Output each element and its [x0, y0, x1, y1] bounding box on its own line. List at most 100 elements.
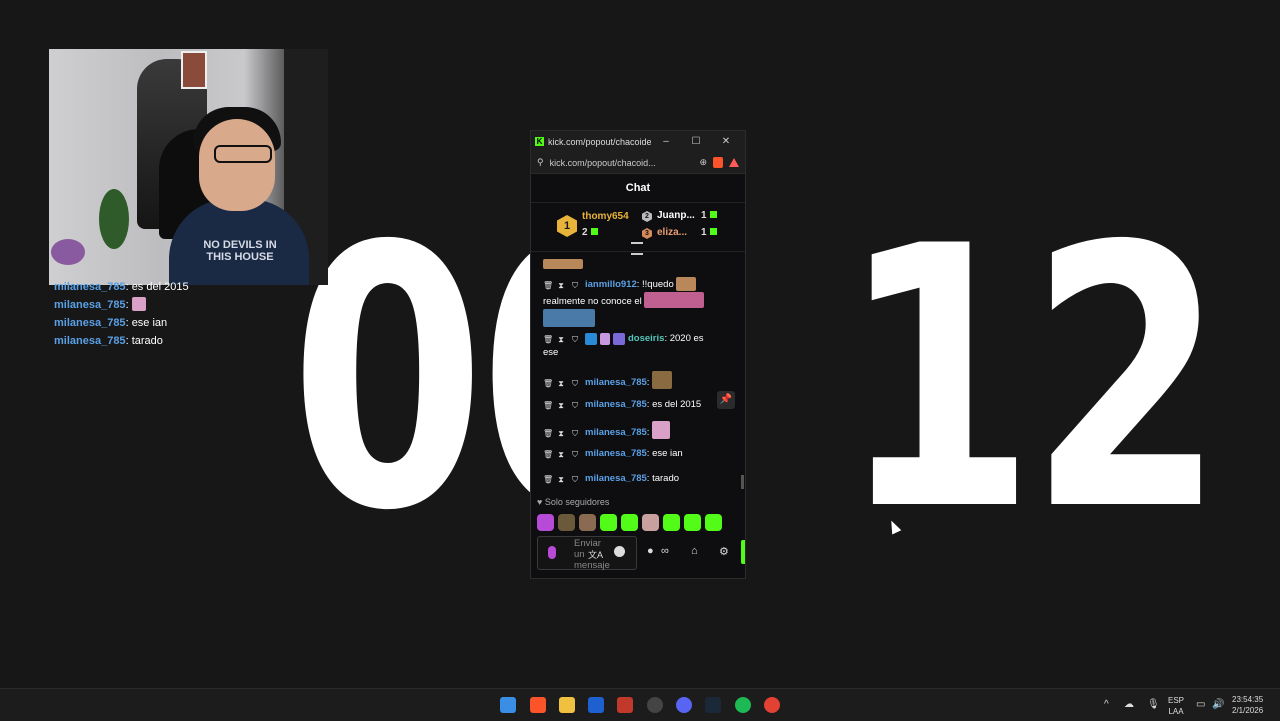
delete-icon[interactable]: 🗑 — [543, 427, 553, 438]
timeout-icon[interactable]: ⧗ — [557, 473, 565, 484]
windows-start-icon[interactable] — [500, 697, 516, 713]
quick-emote[interactable] — [621, 514, 638, 531]
spotify-icon[interactable] — [735, 697, 751, 713]
store-icon[interactable]: ⌂ — [691, 545, 698, 557]
emoji-picker-icon[interactable] — [614, 546, 625, 557]
brave-rewards-icon[interactable] — [729, 158, 739, 167]
chat-username[interactable]: ianmillo912 — [585, 279, 637, 290]
gift-icon — [709, 211, 717, 218]
quick-emote[interactable] — [579, 514, 596, 531]
bing-icon[interactable] — [588, 697, 604, 713]
chat-username[interactable]: milanesa_785 — [585, 448, 647, 459]
rank-2-badge-icon: 2 — [642, 211, 652, 222]
delete-icon[interactable]: 🗑 — [543, 333, 553, 344]
delete-icon[interactable]: 🗑 — [543, 377, 553, 388]
ban-icon[interactable]: ⛉ — [571, 279, 579, 290]
community-icon[interactable]: ● — [647, 545, 654, 557]
chat-username[interactable]: milanesa_785 — [585, 377, 647, 388]
timeout-icon[interactable]: ⧗ — [557, 279, 565, 290]
timeout-icon[interactable]: ⧗ — [557, 377, 565, 388]
address-bar[interactable]: ⚲ kick.com/popout/chacoid... ⊕ — [531, 152, 745, 174]
chat-text: : — [646, 377, 650, 388]
ban-icon[interactable]: ⛉ — [571, 377, 579, 388]
ban-icon[interactable]: ⛉ — [571, 399, 579, 410]
timeout-icon[interactable]: ⧗ — [557, 427, 565, 438]
site-settings-icon[interactable]: ⚲ — [537, 157, 544, 168]
chat-text: : es del 2015 — [646, 399, 702, 410]
brave-shields-icon[interactable] — [713, 157, 723, 168]
chat-popout-window: K kick.com/popout/chacoide/... – ☐ ✕ ⚲ k… — [530, 130, 746, 579]
file-explorer-icon[interactable] — [559, 697, 575, 713]
tray-network-icon[interactable]: ▭ — [1196, 699, 1205, 710]
quick-emote[interactable] — [537, 514, 554, 531]
url-text[interactable]: kick.com/popout/chacoid... — [550, 158, 694, 168]
chat-emote — [652, 371, 673, 389]
quick-emote[interactable] — [600, 514, 617, 531]
quick-emote[interactable] — [558, 514, 575, 531]
language-indicator[interactable]: ESP LAA — [1168, 695, 1184, 717]
leaderboard-name-1[interactable]: thomy654 — [582, 211, 629, 222]
timeout-icon[interactable]: ⧗ — [557, 399, 565, 410]
clock[interactable]: 23:54:35 2/1/2026 — [1232, 694, 1263, 716]
obs-icon[interactable] — [647, 697, 663, 713]
infinity-icon[interactable]: ∞ — [661, 545, 669, 557]
tray-cloud-icon[interactable]: ☁ — [1124, 699, 1134, 710]
microphone-icon[interactable] — [548, 546, 556, 559]
pin-icon[interactable]: 📌 — [717, 391, 735, 409]
chat-text: : 2020 es — [664, 333, 704, 344]
quick-emote[interactable] — [663, 514, 680, 531]
delete-icon[interactable]: 🗑 — [543, 448, 553, 459]
tray-volume-icon[interactable]: 🔊 — [1212, 699, 1224, 710]
quick-emote[interactable] — [705, 514, 722, 531]
webcam-glasses — [214, 145, 272, 163]
collapse-leaderboard-icon[interactable] — [631, 242, 643, 255]
discord-icon[interactable] — [676, 697, 692, 713]
ban-icon[interactable]: ⛉ — [571, 427, 579, 438]
zoom-icon[interactable]: ⊕ — [699, 157, 707, 168]
chat-input-row: Enviar un mensaje 文A ● ∞ ⌂ ⚙ — [537, 536, 745, 571]
overlay-chat-user: milanesa_785 — [54, 281, 126, 293]
delete-icon[interactable]: 🗑 — [543, 279, 553, 290]
brave-browser-icon[interactable] — [530, 697, 546, 713]
timeout-icon[interactable]: ⧗ — [557, 448, 565, 459]
windows-taskbar: ^ ☁ 🎙 ESP LAA ▭ 🔊 23:54:35 2/1/2026 — [0, 688, 1280, 721]
ban-icon[interactable]: ⛉ — [571, 333, 579, 344]
overlay-chat-user: milanesa_785 — [54, 299, 126, 311]
overlay-chat-user: milanesa_785 — [54, 335, 126, 347]
delete-icon[interactable]: 🗑 — [543, 473, 553, 484]
leaderboard-name-3[interactable]: eliza... — [657, 227, 687, 238]
maximize-button[interactable]: ☐ — [681, 136, 711, 147]
window-titlebar[interactable]: K kick.com/popout/chacoide/... – ☐ ✕ — [531, 131, 745, 152]
ban-icon[interactable]: ⛉ — [571, 473, 579, 484]
overlay-chat-row: milanesa_785: ese ian — [54, 317, 168, 329]
chat-scrollbar[interactable] — [741, 475, 744, 489]
timeout-icon[interactable]: ⧗ — [557, 333, 565, 344]
chat-message-input[interactable]: Enviar un mensaje 文A — [537, 536, 637, 571]
chat-username[interactable]: milanesa_785 — [585, 399, 647, 410]
rank-1-badge-icon: 1 — [557, 215, 577, 237]
ban-icon[interactable]: ⛉ — [571, 448, 579, 459]
overlay-chat-user: milanesa_785 — [54, 317, 126, 329]
gift-icon — [709, 228, 717, 235]
send-button[interactable] — [741, 540, 745, 564]
settings-gear-icon[interactable]: ⚙ — [719, 545, 729, 558]
chrome-icon[interactable] — [764, 697, 780, 713]
translate-icon[interactable]: 文A — [588, 548, 603, 561]
quick-emote[interactable] — [642, 514, 659, 531]
rank-3-badge-icon: 3 — [642, 228, 652, 239]
steam-icon[interactable] — [705, 697, 721, 713]
quick-emote[interactable] — [684, 514, 701, 531]
minimize-button[interactable]: – — [651, 136, 681, 147]
tray-mic-icon[interactable]: 🎙 — [1147, 699, 1160, 710]
chat-username[interactable]: milanesa_785 — [585, 473, 647, 484]
tray-overflow-chevron-icon[interactable]: ^ — [1104, 699, 1109, 710]
voicemeeter-icon[interactable] — [617, 697, 633, 713]
close-button[interactable]: ✕ — [711, 136, 741, 147]
leaderboard-count-2: 1 — [701, 210, 717, 221]
followers-only-notice: ♥ Solo seguidores — [537, 497, 610, 507]
chat-username[interactable]: doseiris — [628, 333, 664, 344]
delete-icon[interactable]: 🗑 — [543, 399, 553, 410]
chat-username[interactable]: milanesa_785 — [585, 427, 647, 438]
chat-text: realmente no conoce el — [543, 296, 642, 307]
leaderboard-name-2[interactable]: Juanp... — [657, 210, 695, 221]
